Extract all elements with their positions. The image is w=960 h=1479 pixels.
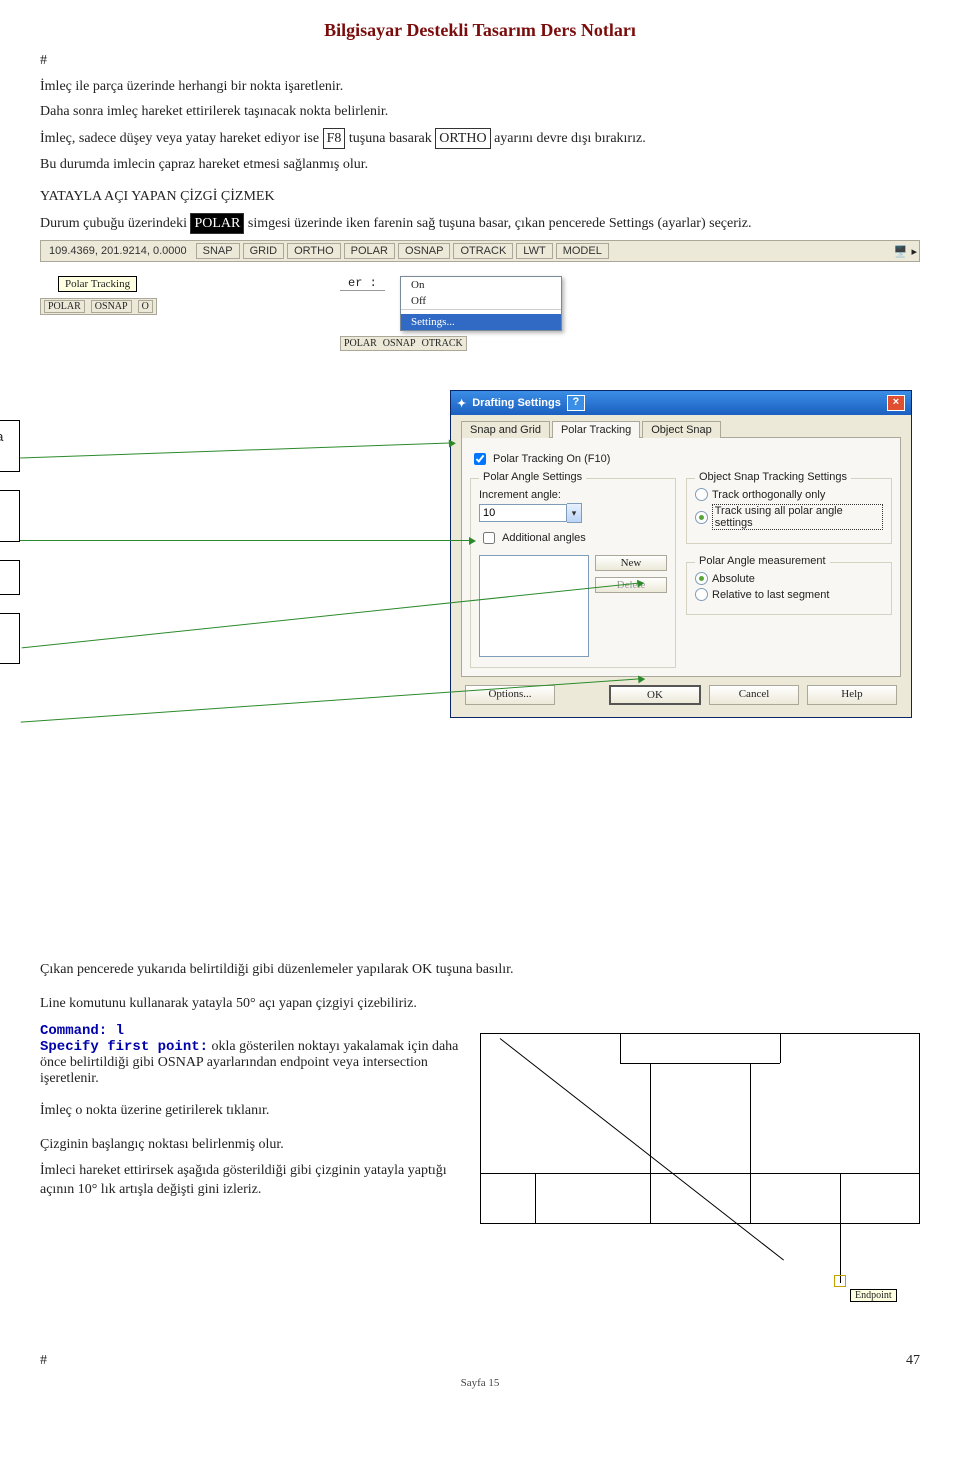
endpoint-marker-icon: [834, 1275, 846, 1287]
footer-hash: #: [40, 1353, 47, 1369]
tab-snap-grid[interactable]: Snap and Grid: [461, 421, 550, 438]
dialog-title-text: Drafting Settings: [472, 397, 561, 409]
polar-tracking-check-input[interactable]: [474, 453, 486, 465]
status-fragment-2: POLAR OSNAP OTRACK: [340, 336, 467, 351]
ok-button[interactable]: OK: [609, 685, 701, 705]
tab-row: Snap and Grid Polar Tracking Object Snap: [461, 421, 901, 438]
radio-track-orthogonal[interactable]: Track orthogonally only: [695, 488, 883, 501]
polar-tracking-checkbox[interactable]: Polar Tracking On (F10): [470, 450, 892, 468]
footer-page-47: 47: [906, 1353, 920, 1369]
para-1: İmleç ile parça üzerinde herhangi bir no…: [40, 77, 920, 97]
note-2: Oku kullanarak açıların artış miktarları…: [0, 490, 20, 542]
er-label: er :: [340, 276, 385, 291]
note-1: Açısal İzlemeyi etkinleştirmek için kutu…: [0, 420, 20, 472]
help-button[interactable]: Help: [807, 685, 897, 705]
para-5: Durum çubuğu üzerindeki POLAR simgesi üz…: [40, 213, 920, 235]
fragment-area: Polar Tracking POLAR OSNAP O er : On Off…: [40, 276, 920, 386]
para-6: Çıkan pencerede yukarıda belirtildiği gi…: [40, 960, 920, 980]
tray-chevron-icon[interactable]: ▸: [911, 245, 917, 258]
command-text-block: Command: l Specify first point: okla gös…: [40, 1023, 460, 1323]
help-button-icon[interactable]: ?: [567, 395, 585, 411]
menu-on[interactable]: On: [401, 277, 561, 293]
para-9: İmleç o nokta üzerine getirilerek tıklan…: [40, 1101, 460, 1121]
section-heading: YATAYLA AÇI YAPAN ÇİZGİ ÇİZMEK: [40, 187, 920, 207]
context-menu: On Off Settings...: [400, 276, 562, 331]
key-polar: POLAR: [190, 213, 244, 235]
arrow-2: [20, 540, 470, 541]
cmd-line-1: Command: l: [40, 1023, 124, 1039]
para-7: Line komutunu kullanarak yatayla 50° açı…: [40, 994, 920, 1014]
tab-polar-tracking[interactable]: Polar Tracking: [552, 421, 640, 438]
cmd-line-2: Specify first point:: [40, 1039, 208, 1055]
drafting-settings-dialog: ✦ Drafting Settings ? × Snap and Grid Po…: [450, 390, 912, 718]
additional-angles-input[interactable]: [483, 532, 495, 544]
radio-absolute[interactable]: Absolute: [695, 572, 883, 585]
new-button[interactable]: New: [595, 555, 667, 571]
angles-listbox[interactable]: [479, 555, 589, 657]
close-icon[interactable]: ×: [887, 395, 905, 411]
callout-notes: Açısal İzlemeyi etkinleştirmek için kutu…: [0, 420, 20, 682]
angle-measure-legend: Polar Angle measurement: [695, 555, 830, 567]
key-ortho: ORTHO: [435, 128, 490, 150]
polar-angle-fieldset: Polar Angle Settings Increment angle: ▾ …: [470, 478, 676, 668]
note-4: Açıların yatay çizgiden itibaren ölçülme…: [0, 613, 20, 665]
dialog-titlebar[interactable]: ✦ Drafting Settings ? ×: [451, 391, 911, 415]
status-grid[interactable]: GRID: [243, 243, 285, 259]
status-fragment-1: POLAR OSNAP O: [40, 298, 157, 315]
cancel-button[interactable]: Cancel: [709, 685, 799, 705]
tray-icon[interactable]: 🖥️: [894, 245, 908, 258]
hash-1: #: [40, 51, 920, 71]
radio-relative[interactable]: Relative to last segment: [695, 588, 883, 601]
status-otrack[interactable]: OTRACK: [453, 243, 513, 259]
endpoint-tooltip: Endpoint: [850, 1289, 897, 1302]
status-ortho[interactable]: ORTHO: [287, 243, 341, 259]
key-f8: F8: [323, 128, 346, 150]
autocad-sketch: Endpoint: [480, 1023, 920, 1323]
dialog-icon: ✦: [457, 397, 466, 410]
para-4: Bu durumda imlecin çapraz hareket etmesi…: [40, 155, 920, 175]
coord-readout: 109.4369, 201.9214, 0.0000: [43, 244, 193, 258]
polar-angle-legend: Polar Angle Settings: [479, 471, 586, 483]
radio-track-all[interactable]: Track using all polar angle settings: [695, 504, 883, 530]
increment-label: Increment angle:: [479, 489, 667, 501]
status-model[interactable]: MODEL: [556, 243, 609, 259]
status-polar[interactable]: POLAR: [344, 243, 395, 259]
status-snap[interactable]: SNAP: [196, 243, 240, 259]
menu-settings[interactable]: Settings...: [401, 314, 561, 330]
tab-object-snap[interactable]: Object Snap: [642, 421, 721, 438]
osnap-tracking-fieldset: Object Snap Tracking Settings Track orth…: [686, 478, 892, 544]
angle-measurement-fieldset: Polar Angle measurement Absolute Relativ…: [686, 562, 892, 615]
page-number: Sayfa 15: [40, 1377, 920, 1389]
arrow-1: [20, 443, 450, 459]
increment-angle-input[interactable]: [479, 504, 567, 522]
status-osnap[interactable]: OSNAP: [398, 243, 451, 259]
para-11: İmleci hareket ettirirsek aşağıda göster…: [40, 1161, 460, 1200]
status-lwt[interactable]: LWT: [516, 243, 552, 259]
page-title: Bilgisayar Destekli Tasarım Ders Notları: [40, 20, 920, 41]
para-10: Çizginin başlangıç noktası belirlenmiş o…: [40, 1135, 460, 1155]
osnap-tracking-legend: Object Snap Tracking Settings: [695, 471, 851, 483]
polar-tracking-tooltip: Polar Tracking: [58, 276, 137, 292]
additional-angles-checkbox[interactable]: Additional angles: [479, 529, 667, 547]
note-3: Tüm açı değerlerinin izlenmesini sağlar.: [0, 560, 20, 595]
menu-off[interactable]: Off: [401, 293, 561, 309]
status-bar: 109.4369, 201.9214, 0.0000 SNAP GRID ORT…: [40, 240, 920, 262]
dropdown-arrow-icon[interactable]: ▾: [567, 503, 582, 523]
para-2: Daha sonra imleç hareket ettirilerek taş…: [40, 102, 920, 122]
para-3: İmleç, sadece düşey veya yatay hareket e…: [40, 128, 920, 150]
